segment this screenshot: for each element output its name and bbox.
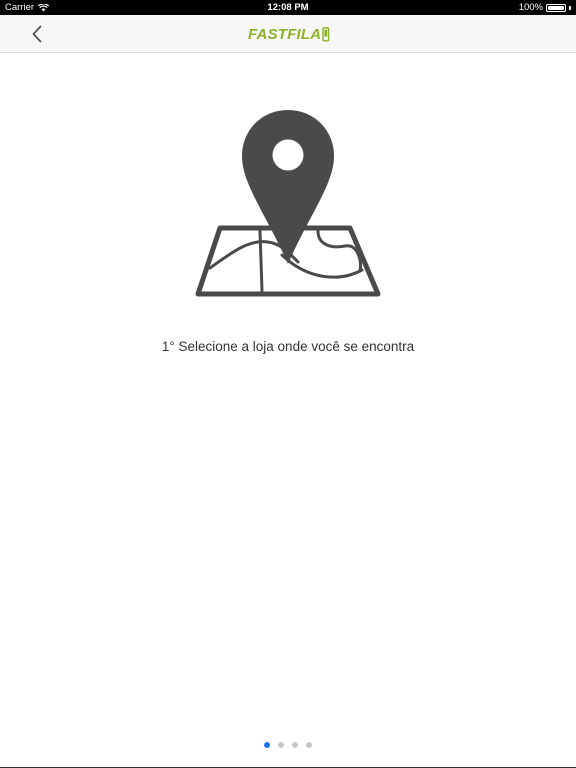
page-dot-4[interactable] — [306, 742, 312, 748]
nav-bar: FASTFILA — [0, 15, 576, 53]
battery-cap — [569, 5, 571, 10]
logo-text: FASTFILA — [248, 26, 322, 43]
battery-icon — [546, 3, 566, 12]
instruction-text: 1° Selecione a loja onde você se encontr… — [161, 339, 415, 354]
map-pin-on-map-icon — [195, 110, 381, 297]
page-dot-3[interactable] — [292, 742, 298, 748]
battery-percent: 100% — [518, 2, 543, 13]
map-pin-hole — [272, 139, 304, 171]
battery-level — [548, 5, 564, 10]
page-dot-2[interactable] — [278, 742, 284, 748]
status-bar: Carrier 12:08 PM 100% — [0, 0, 576, 15]
back-button[interactable] — [26, 22, 48, 46]
page-dot-1[interactable] — [264, 742, 270, 748]
status-time: 12:08 PM — [267, 2, 309, 13]
phone-icon — [322, 27, 330, 42]
map-road-vertical — [258, 229, 264, 293]
chevron-left-icon — [32, 25, 42, 43]
status-right: 100% — [519, 0, 571, 15]
fastfila-logo: FASTFILA — [248, 26, 330, 44]
page-indicator — [0, 742, 576, 748]
